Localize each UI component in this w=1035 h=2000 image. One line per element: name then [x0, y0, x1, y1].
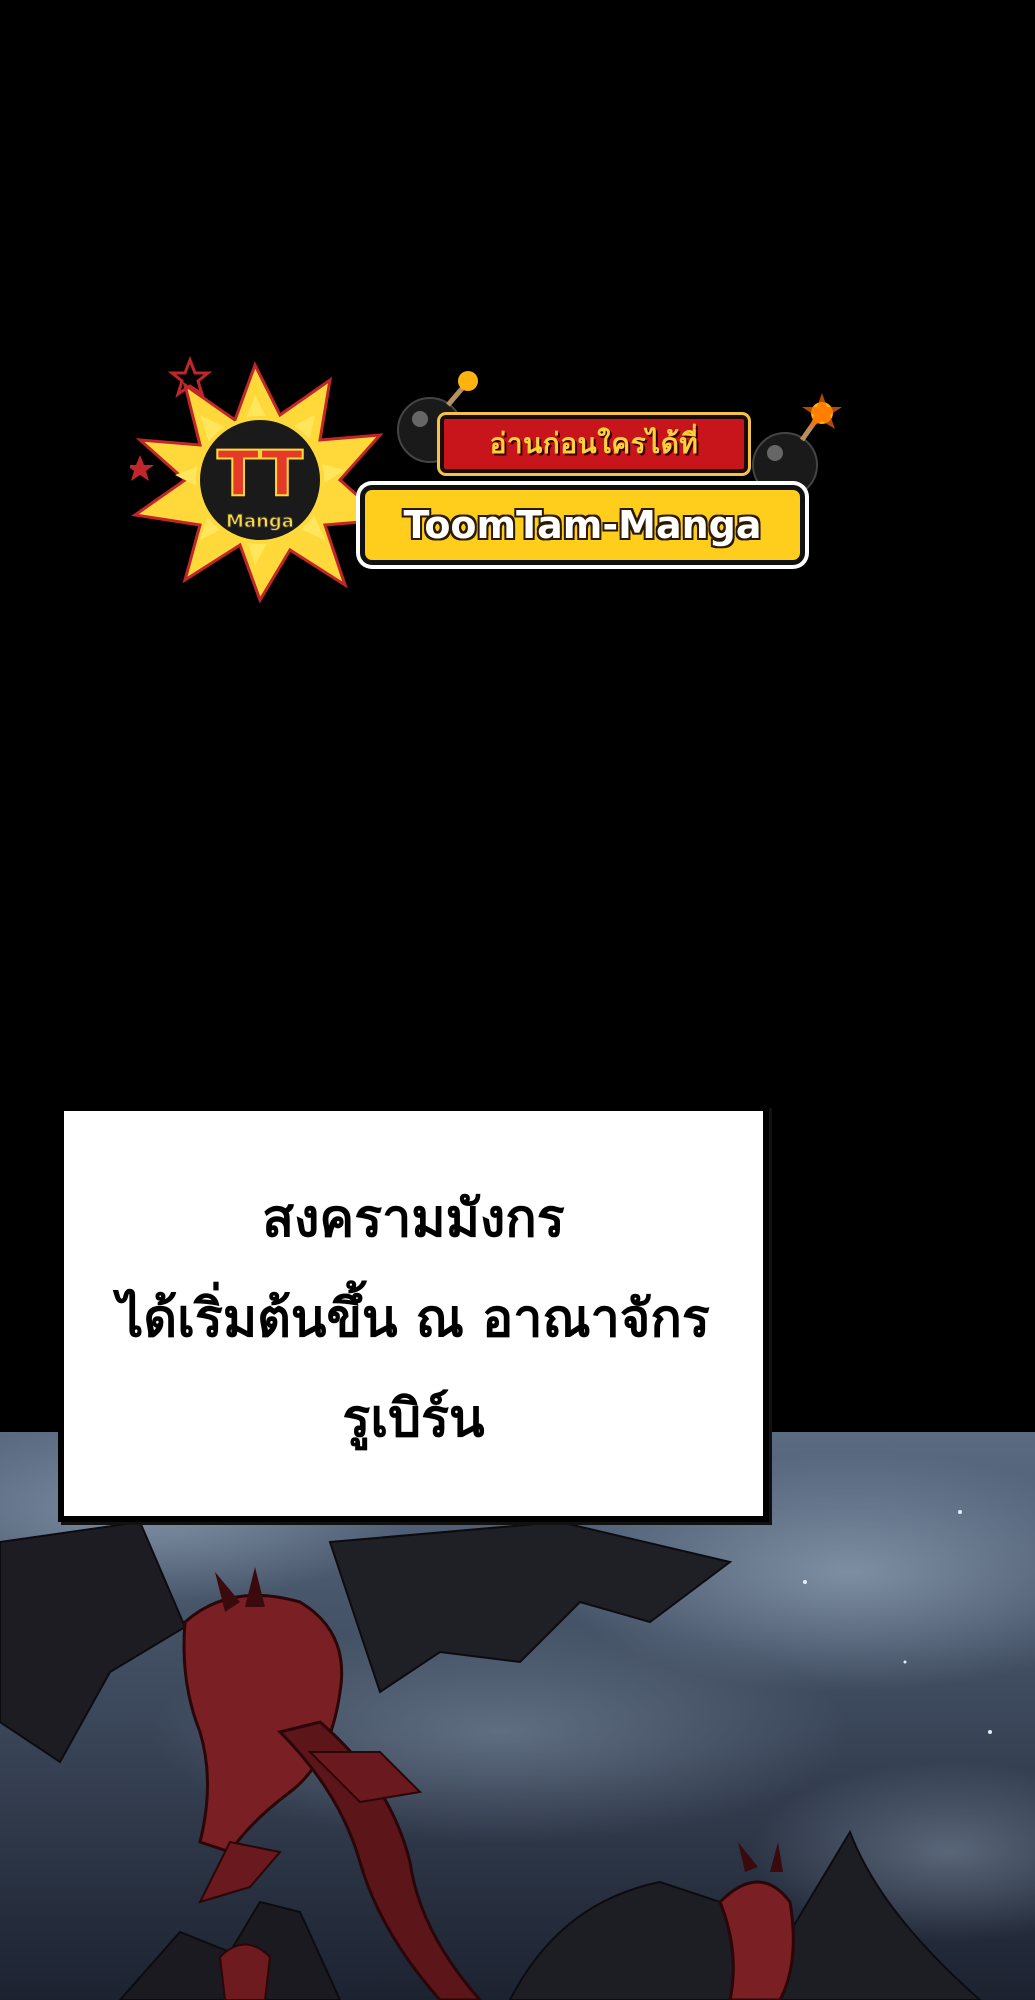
narration-line-2: ได้เริ่มต้นขึ้น ณ อาณาจักร — [117, 1288, 710, 1349]
logo-site-name[interactable]: ToomTam-Manga — [360, 485, 805, 565]
logo-tagline-text: อ่านก่อนใครได้ที่ — [489, 427, 699, 460]
logo-site-name-text: ToomTam-Manga — [403, 503, 762, 547]
narration-box: สงครามมังกร ได้เริ่มต้นขึ้น ณ อาณาจักร ร… — [58, 1105, 769, 1522]
site-logo[interactable]: TT Manga — [130, 355, 860, 605]
narration-line-1: สงครามมังกร — [262, 1188, 565, 1249]
logo-tagline: อ่านก่อนใครได้ที่ — [440, 415, 748, 473]
svg-text:TT: TT — [217, 437, 303, 510]
narration-line-3: รูเบิร์น — [342, 1388, 485, 1449]
svg-text:Manga: Manga — [226, 511, 294, 532]
manga-page: TT Manga อ่านก่อนใครได้ที่ ToomTam-Manga — [0, 0, 1035, 2000]
logo-emblem-graphic: TT Manga — [130, 355, 842, 604]
